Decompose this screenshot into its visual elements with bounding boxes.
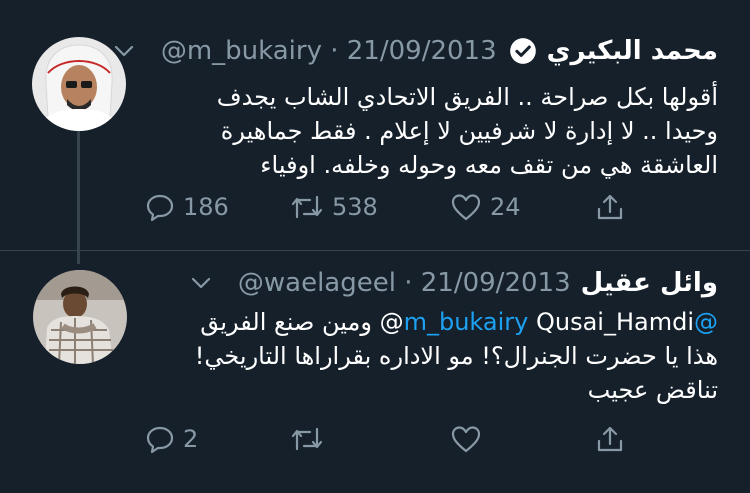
retweet-count: 538 <box>332 193 378 221</box>
avatar[interactable] <box>33 270 127 364</box>
retweet-icon <box>290 192 324 222</box>
reply-icon <box>145 192 175 222</box>
retweet-button[interactable]: 538 <box>290 190 378 224</box>
separator: · <box>395 268 421 298</box>
share-icon <box>595 424 625 454</box>
retweet-icon <box>290 424 324 454</box>
tweet-date[interactable]: 21/09/2013 <box>347 36 497 66</box>
chevron-down-icon[interactable] <box>190 272 212 294</box>
reply-button[interactable]: 186 <box>145 190 229 224</box>
tweet-header: محمد البكيري @m_bukairy · 21/09/2013 <box>113 34 718 68</box>
like-icon <box>450 424 482 454</box>
handle[interactable]: @waelageel <box>238 268 396 298</box>
thread-connector <box>77 128 80 264</box>
like-icon <box>450 192 482 222</box>
tweet-divider <box>0 250 750 251</box>
tweet-text-line: هذا يا حضرت الجنرال؟! مو الاداره بقراراه… <box>194 342 718 370</box>
like-button[interactable]: 24 <box>450 190 521 224</box>
like-count: 24 <box>490 193 521 221</box>
share-button[interactable] <box>595 190 625 224</box>
tweet-text-line: @m_bukairy Qusai_Hamdi@ ومين صنع الفريق <box>143 305 718 339</box>
reply-count: 2 <box>183 425 199 453</box>
verified-badge-icon <box>509 37 537 65</box>
tweet-thread: محمد البكيري @m_bukairy · 21/09/2013 أقو… <box>0 0 750 493</box>
display-name[interactable]: محمد البكيري <box>547 36 718 66</box>
tweet-text-line: وحيدا .. لا إدارة لا شرفيين لا إعلام . ف… <box>220 117 718 145</box>
share-icon <box>595 192 625 222</box>
tweet-text-line: أقولها بكل صراحة .. الفريق الاتحادي الشا… <box>216 83 718 111</box>
reply-icon <box>145 424 175 454</box>
separator: · <box>321 36 347 66</box>
tweet-text: أقولها بكل صراحة .. الفريق الاتحادي الشا… <box>143 80 718 182</box>
chevron-down-icon[interactable] <box>113 40 135 62</box>
tweet-header: وائل عقيل @waelageel · 21/09/2013 <box>190 266 718 300</box>
display-name[interactable]: وائل عقيل <box>581 268 718 298</box>
share-button[interactable] <box>595 422 625 456</box>
tweet-date[interactable]: 21/09/2013 <box>421 268 571 298</box>
reply-count: 186 <box>183 193 229 221</box>
tweet-text: @m_bukairy Qusai_Hamdi@ ومين صنع الفريق … <box>143 305 718 407</box>
reply-button[interactable]: 2 <box>145 422 198 456</box>
tweet-text-line: العاشقة هي من تقف معه وحوله وخلفه. اوفيا… <box>260 151 718 179</box>
tweet-actions: 2 <box>140 422 640 456</box>
tweet-text-line: تناقض عجيب <box>587 376 718 404</box>
tweet-actions: 186 538 24 <box>140 190 640 224</box>
handle[interactable]: @m_bukairy <box>161 36 322 66</box>
like-button[interactable] <box>450 422 490 456</box>
retweet-button[interactable] <box>290 422 332 456</box>
